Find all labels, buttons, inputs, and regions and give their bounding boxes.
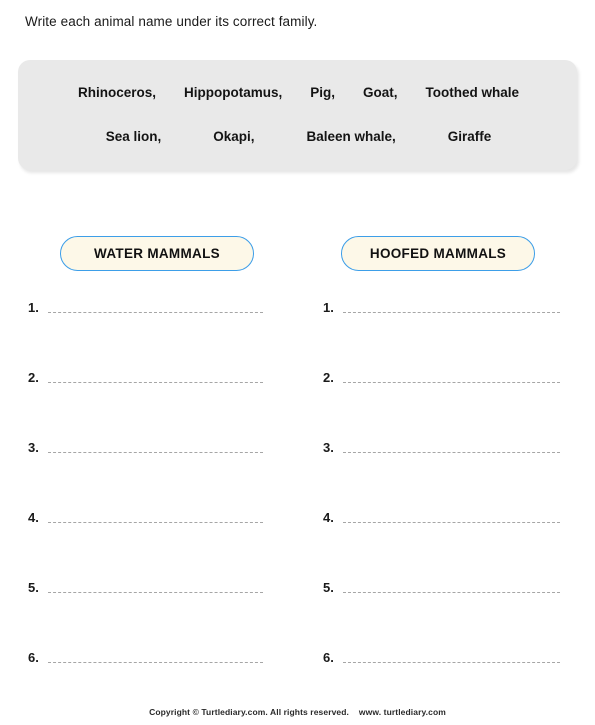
word-bank-item: Baleen whale, xyxy=(306,129,396,144)
answer-number: 6. xyxy=(323,650,334,665)
answer-blank-line[interactable] xyxy=(48,382,263,383)
answer-row: 2. xyxy=(28,367,268,437)
answer-blank-line[interactable] xyxy=(48,662,263,663)
category-header-water-mammals: WATER MAMMALS xyxy=(60,236,254,271)
answer-number: 2. xyxy=(28,370,39,385)
answer-number: 4. xyxy=(323,510,334,525)
word-bank-row: Sea lion, Okapi, Baleen whale, Giraffe xyxy=(18,129,577,144)
answer-column-water-mammals: 1. 2. 3. 4. 5. 6. xyxy=(28,297,268,717)
answer-row: 3. xyxy=(28,437,268,507)
page-instruction: Write each animal name under its correct… xyxy=(25,14,318,29)
answer-number: 6. xyxy=(28,650,39,665)
answer-blank-line[interactable] xyxy=(343,452,560,453)
answer-blank-line[interactable] xyxy=(343,592,560,593)
word-bank-row: Rhinoceros, Hippopotamus, Pig, Goat, Too… xyxy=(18,85,577,100)
answer-row: 2. xyxy=(323,367,563,437)
answer-row: 1. xyxy=(28,297,268,367)
answer-number: 5. xyxy=(28,580,39,595)
answer-row: 4. xyxy=(323,507,563,577)
answer-row: 3. xyxy=(323,437,563,507)
footer-spacer xyxy=(351,707,356,717)
footer-copyright: Copyright © Turtlediary.com. All rights … xyxy=(149,707,350,717)
word-bank-item: Rhinoceros, xyxy=(77,85,156,100)
answer-number: 3. xyxy=(323,440,334,455)
answer-row: 5. xyxy=(323,577,563,647)
word-bank-item: Toothed whale xyxy=(425,85,520,100)
answer-row: 5. xyxy=(28,577,268,647)
answer-blank-line[interactable] xyxy=(343,312,560,313)
answer-row: 4. xyxy=(28,507,268,577)
word-bank-item: Pig, xyxy=(310,85,335,100)
answer-blank-line[interactable] xyxy=(48,452,263,453)
word-bank-item: Sea lion, xyxy=(105,129,162,144)
answer-blank-line[interactable] xyxy=(343,382,560,383)
answer-column-hoofed-mammals: 1. 2. 3. 4. 5. 6. xyxy=(323,297,563,717)
footer-website: www. turtlediary.com xyxy=(358,707,446,717)
answer-row: 1. xyxy=(323,297,563,367)
word-bank-item: Goat, xyxy=(363,85,398,100)
word-bank-item: Okapi, xyxy=(213,129,255,144)
answer-number: 1. xyxy=(28,300,39,315)
answer-blank-line[interactable] xyxy=(343,662,560,663)
word-bank: Rhinoceros, Hippopotamus, Pig, Goat, Too… xyxy=(18,60,577,170)
answer-number: 3. xyxy=(28,440,39,455)
category-label: HOOFED MAMMALS xyxy=(369,246,507,261)
answer-blank-line[interactable] xyxy=(48,522,263,523)
answer-number: 1. xyxy=(323,300,334,315)
category-label: WATER MAMMALS xyxy=(94,246,220,261)
category-header-hoofed-mammals: HOOFED MAMMALS xyxy=(341,236,535,271)
answer-number: 4. xyxy=(28,510,39,525)
answer-blank-line[interactable] xyxy=(48,312,263,313)
word-bank-item: Hippopotamus, xyxy=(183,85,283,100)
answer-number: 2. xyxy=(323,370,334,385)
footer: Copyright © Turtlediary.com. All rights … xyxy=(0,707,595,717)
word-bank-item: Giraffe xyxy=(447,129,492,144)
answer-blank-line[interactable] xyxy=(48,592,263,593)
answer-number: 5. xyxy=(323,580,334,595)
answer-blank-line[interactable] xyxy=(343,522,560,523)
